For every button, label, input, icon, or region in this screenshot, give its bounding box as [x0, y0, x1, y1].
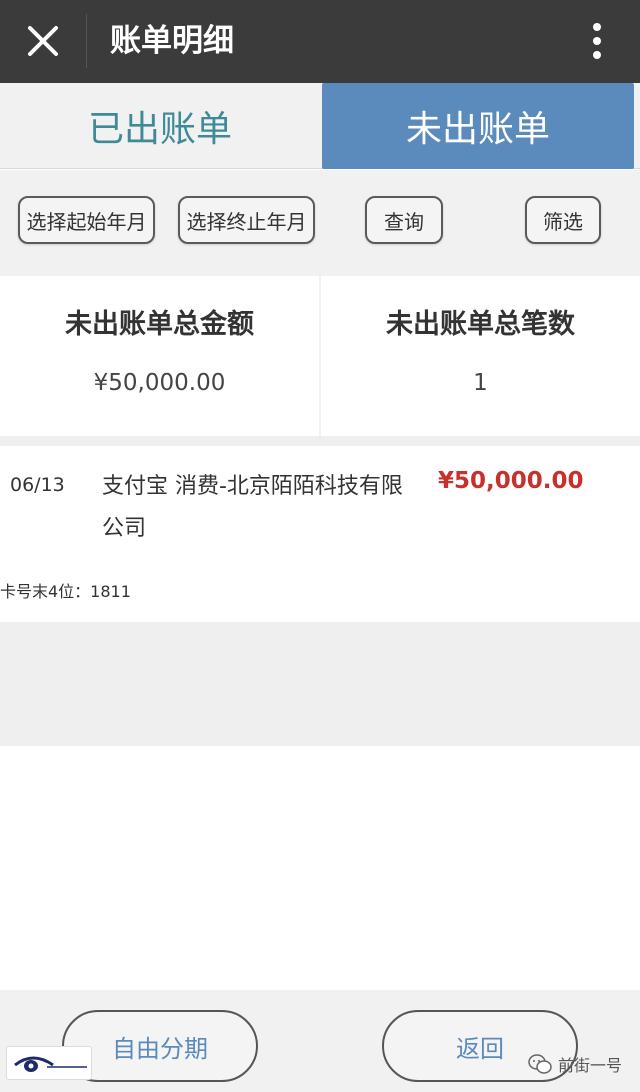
total-amount-cell: 未出账单总金额 ¥50,000.00 [0, 276, 319, 436]
list-end-gap [0, 622, 640, 746]
filter-bar: 选择起始年月 选择终止年月 查询 筛选 [0, 170, 640, 276]
end-month-button[interactable]: 选择终止年月 [178, 196, 315, 244]
total-amount-label: 未出账单总金额 [65, 309, 254, 340]
wechat-watermark: 前街一号 [528, 1052, 622, 1076]
query-button[interactable]: 查询 [365, 196, 443, 244]
tab-unbilled[interactable]: 未出账单 [322, 83, 634, 169]
bill-tabs: 已出账单 未出账单 [0, 83, 640, 169]
top-bar: 账单明细 [0, 0, 640, 83]
total-count-label: 未出账单总笔数 [386, 309, 575, 340]
summary-panel: 未出账单总金额 ¥50,000.00 未出账单总笔数 1 [0, 276, 640, 436]
total-count-cell: 未出账单总笔数 1 [321, 276, 640, 436]
close-button[interactable] [18, 16, 68, 66]
page-title: 账单明细 [110, 23, 234, 59]
transaction-description: 支付宝 消费-北京陌陌科技有限公司 [102, 474, 403, 541]
filter-button[interactable]: 筛选 [525, 196, 601, 244]
more-button[interactable] [575, 16, 619, 66]
total-count-value: 1 [473, 370, 488, 396]
wechat-icon [528, 1054, 552, 1074]
start-month-button[interactable]: 选择起始年月 [18, 196, 155, 244]
bottom-action-bar: 自由分期 返回 [0, 990, 640, 1092]
total-amount-value: ¥50,000.00 [93, 370, 226, 396]
watermark-text: 前街一号 [558, 1056, 623, 1075]
transaction-amount: ¥50,000.00 [438, 468, 584, 494]
transaction-date: 06/13 [10, 474, 65, 496]
transaction-row[interactable]: 06/13 支付宝 消费-北京陌陌科技有限公司 ¥50,000.00 卡号末4位… [0, 446, 640, 622]
section-gap [0, 436, 640, 446]
close-icon [28, 26, 58, 56]
header-divider [86, 14, 87, 68]
card-last-digits: 卡号末4位：1811 [0, 582, 131, 601]
more-vertical-icon [593, 23, 601, 59]
tab-billed[interactable]: 已出账单 [0, 83, 320, 169]
eye-logo-icon [14, 1056, 87, 1072]
logo [6, 1046, 92, 1080]
